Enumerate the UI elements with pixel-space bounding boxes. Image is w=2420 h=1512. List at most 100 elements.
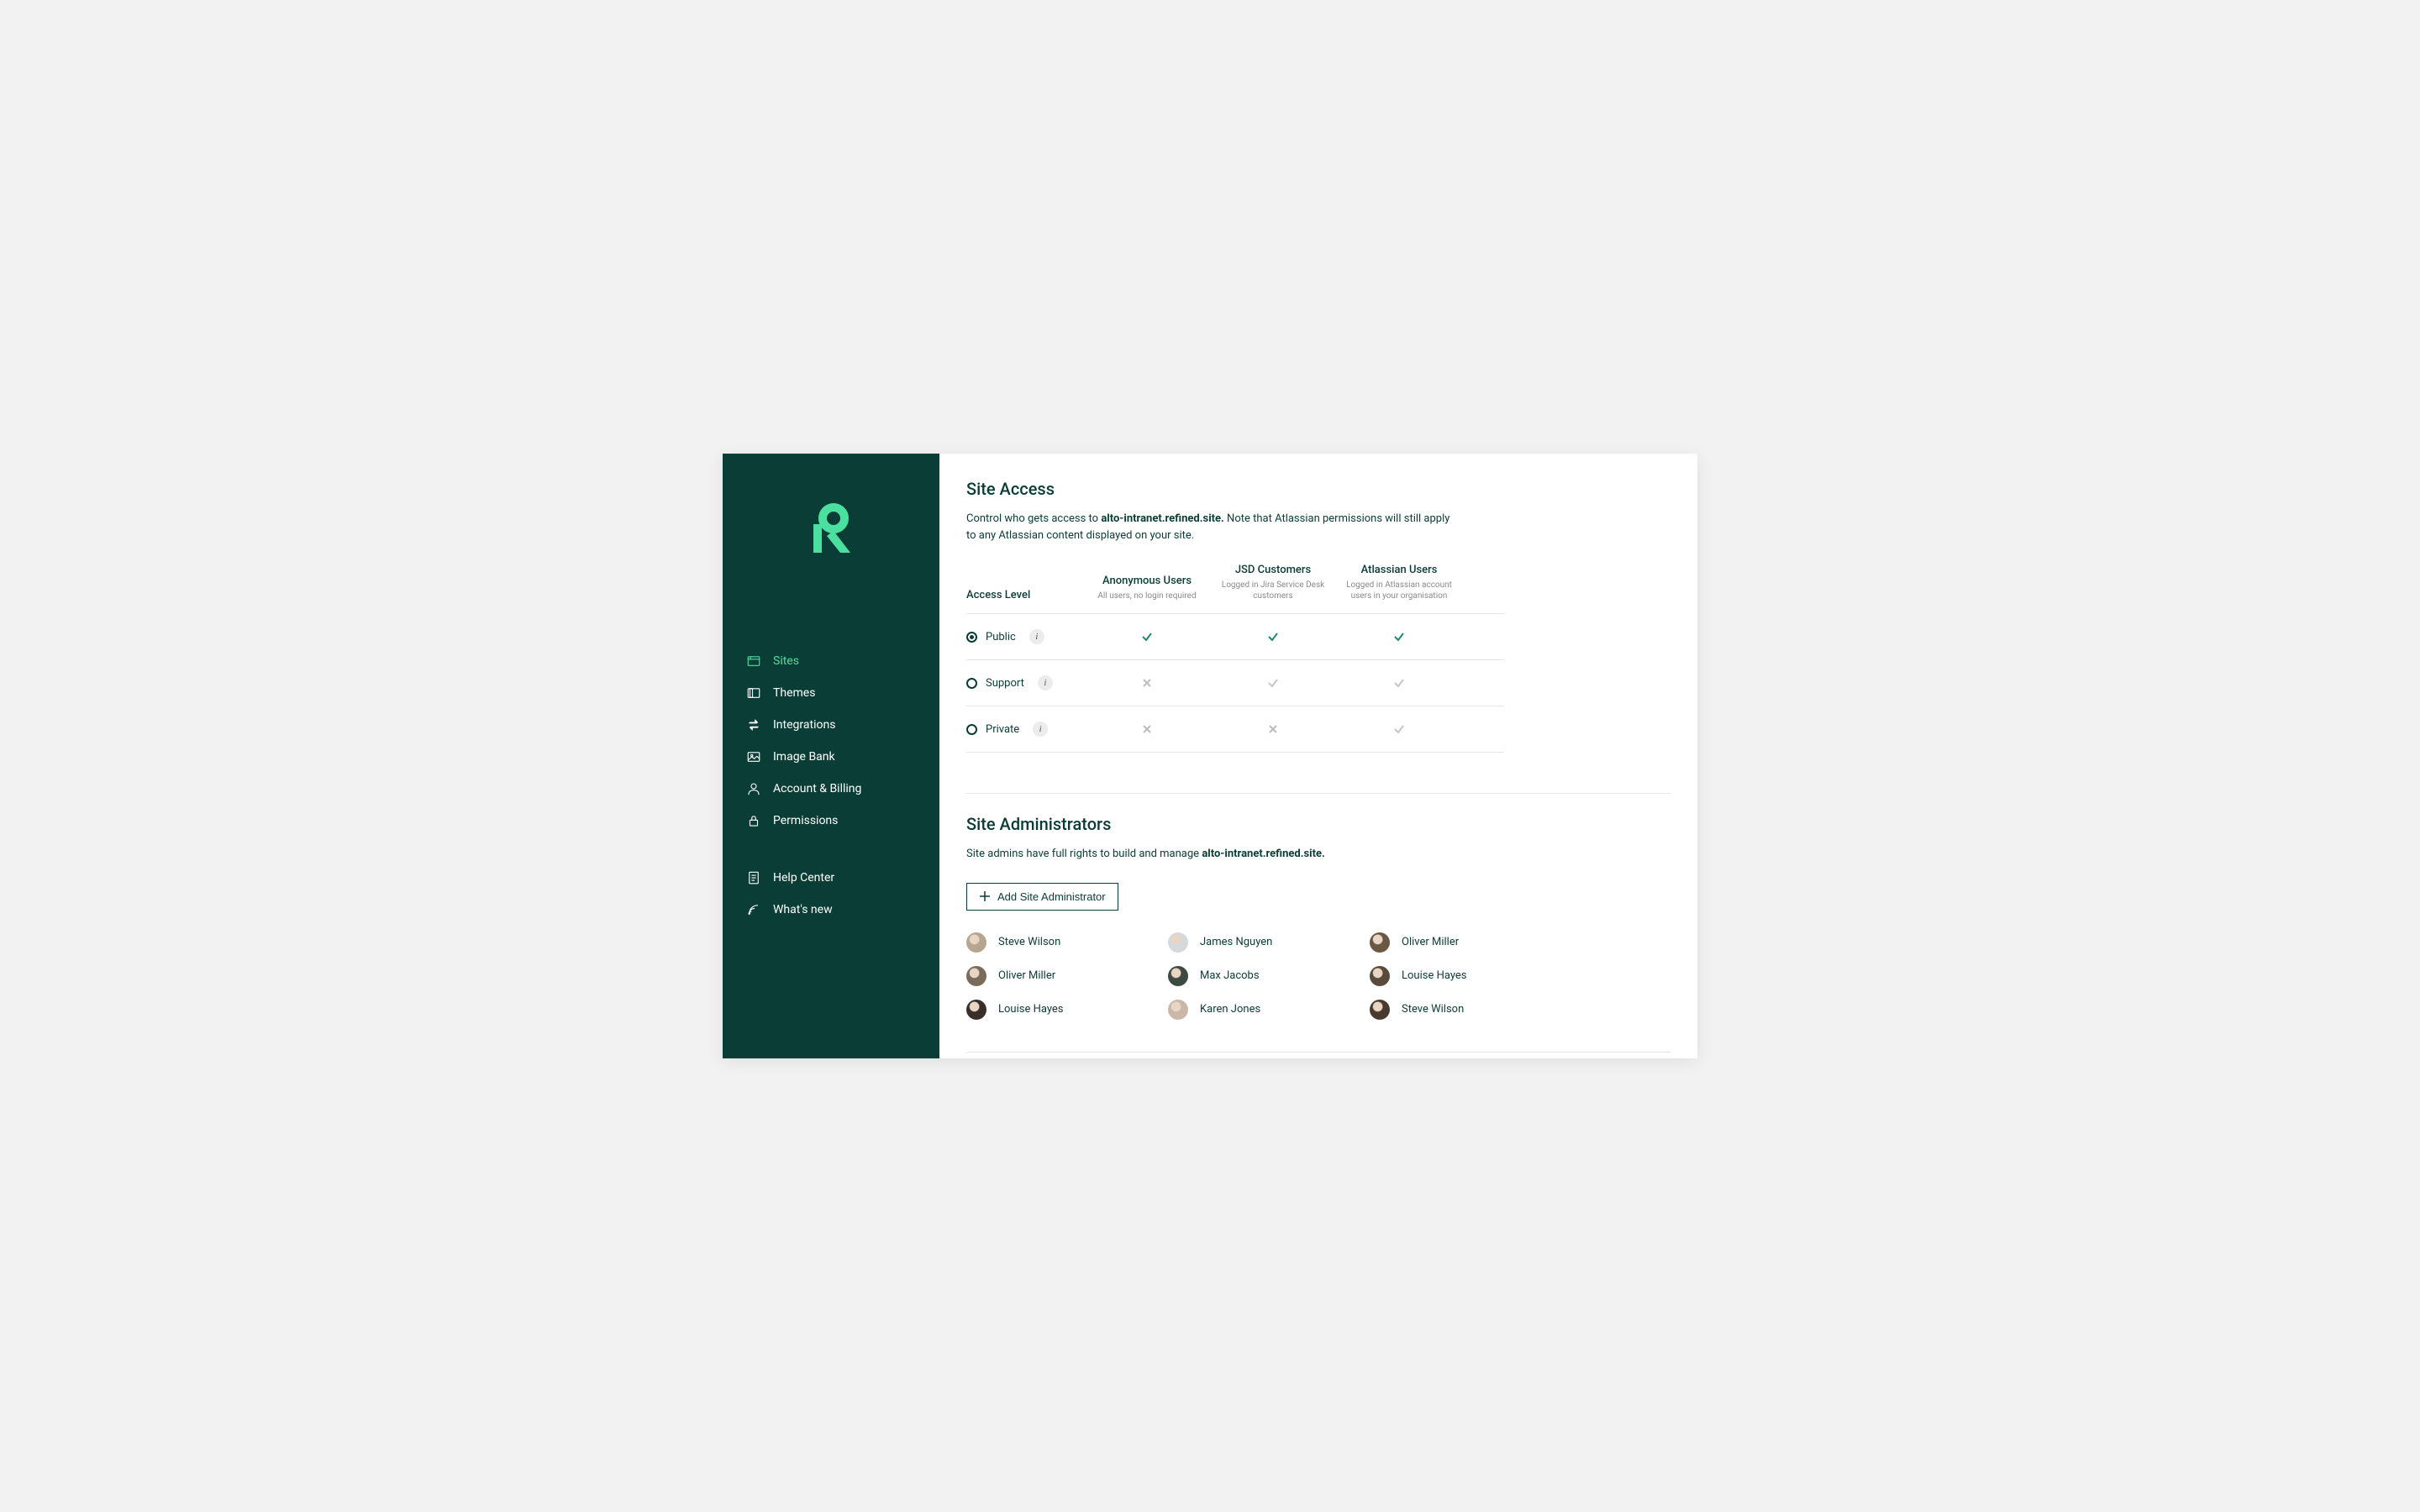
add-site-administrator-button[interactable]: Add Site Administrator bbox=[966, 883, 1118, 911]
info-icon[interactable]: i bbox=[1033, 722, 1048, 737]
access-cell bbox=[1084, 631, 1210, 643]
sidebar-item-integrations[interactable]: Integrations bbox=[746, 709, 916, 741]
bottom-divider bbox=[966, 1052, 1670, 1053]
sidebar-item-label: Account & Billing bbox=[773, 782, 861, 795]
sidebar-item-label: Sites bbox=[773, 654, 799, 668]
admin-name: James Nguyen bbox=[1200, 936, 1272, 948]
column-subtitle: All users, no login required bbox=[1084, 591, 1210, 601]
admin-item[interactable]: Oliver Miller bbox=[1370, 932, 1555, 953]
admin-name: Max Jacobs bbox=[1200, 969, 1260, 982]
logo bbox=[723, 502, 939, 553]
column-title: JSD Customers bbox=[1210, 564, 1336, 576]
access-cell bbox=[1336, 677, 1462, 689]
access-cell bbox=[1084, 678, 1210, 688]
sidebar-item-image-bank[interactable]: Image Bank bbox=[746, 741, 916, 773]
whatsnew-icon bbox=[746, 902, 761, 917]
access-radio-public[interactable]: Public i bbox=[966, 629, 1084, 644]
admin-name: Louise Hayes bbox=[998, 1003, 1064, 1016]
sidebar-item-label: Themes bbox=[773, 686, 815, 700]
sidebar: Sites Themes Integrations Image Bank Account… bbox=[723, 454, 939, 1058]
admins-grid: Steve Wilson James Nguyen Oliver Miller … bbox=[966, 932, 1555, 1020]
admin-item[interactable]: Max Jacobs bbox=[1168, 966, 1353, 986]
integrations-icon bbox=[746, 717, 761, 732]
sidebar-item-label: Permissions bbox=[773, 814, 838, 827]
admin-name: Oliver Miller bbox=[998, 969, 1055, 982]
sidebar-item-label: Integrations bbox=[773, 718, 835, 732]
column-title: Anonymous Users bbox=[1084, 575, 1210, 587]
admin-name: Louise Hayes bbox=[1402, 969, 1467, 982]
permissions-icon bbox=[746, 813, 761, 828]
main-content: Site Access Control who gets access to a… bbox=[939, 454, 1697, 1058]
plus-icon bbox=[979, 890, 991, 902]
sidebar-item-label: Image Bank bbox=[773, 750, 835, 764]
access-level-table: Access Level Anonymous Users All users, n… bbox=[966, 564, 1504, 753]
access-radio-private[interactable]: Private i bbox=[966, 722, 1084, 737]
sidebar-item-permissions[interactable]: Permissions bbox=[746, 805, 916, 837]
site-access-description: Control who gets access to alto-intranet… bbox=[966, 511, 1462, 543]
avatar bbox=[966, 932, 986, 953]
site-admins-description: Site admins have full rights to build an… bbox=[966, 846, 1462, 863]
admin-item[interactable]: James Nguyen bbox=[1168, 932, 1353, 953]
admin-item[interactable]: Steve Wilson bbox=[966, 932, 1151, 953]
admin-item[interactable]: Louise Hayes bbox=[1370, 966, 1555, 986]
info-icon[interactable]: i bbox=[1029, 629, 1044, 644]
admin-name: Oliver Miller bbox=[1402, 936, 1459, 948]
help-icon bbox=[746, 870, 761, 885]
radio-icon bbox=[966, 678, 977, 689]
admin-name: Steve Wilson bbox=[998, 936, 1060, 948]
nav-main: Sites Themes Integrations Image Bank Account… bbox=[723, 645, 939, 837]
access-row-label: Public bbox=[986, 631, 1016, 643]
sidebar-item-label: Help Center bbox=[773, 871, 834, 885]
account-icon bbox=[746, 781, 761, 796]
admin-item[interactable]: Karen Jones bbox=[1168, 1000, 1353, 1020]
avatar bbox=[966, 1000, 986, 1020]
access-cell bbox=[1210, 631, 1336, 643]
themes-icon bbox=[746, 685, 761, 701]
sidebar-item-sites[interactable]: Sites bbox=[746, 645, 916, 677]
sidebar-item-account-billing[interactable]: Account & Billing bbox=[746, 773, 916, 805]
info-icon[interactable]: i bbox=[1038, 675, 1053, 690]
radio-icon bbox=[966, 632, 977, 643]
avatar bbox=[1168, 966, 1188, 986]
access-level-header: Access Level bbox=[966, 589, 1084, 601]
sites-icon bbox=[746, 654, 761, 669]
access-column-header: Anonymous Users All users, no login requi… bbox=[1084, 575, 1210, 601]
access-cell bbox=[1210, 724, 1336, 734]
site-admins-title: Site Administrators bbox=[966, 814, 1670, 834]
access-row-public: Public i bbox=[966, 614, 1504, 660]
access-table-header: Access Level Anonymous Users All users, n… bbox=[966, 564, 1504, 614]
access-cell bbox=[1084, 724, 1210, 734]
avatar bbox=[1370, 932, 1390, 953]
section-divider bbox=[966, 793, 1670, 794]
access-cell bbox=[1336, 723, 1462, 735]
sidebar-item-themes[interactable]: Themes bbox=[746, 677, 916, 709]
sidebar-item-what-s-new[interactable]: What's new bbox=[746, 894, 916, 926]
access-radio-support[interactable]: Support i bbox=[966, 675, 1084, 690]
avatar bbox=[966, 966, 986, 986]
avatar bbox=[1370, 966, 1390, 986]
avatar bbox=[1168, 1000, 1188, 1020]
admin-item[interactable]: Louise Hayes bbox=[966, 1000, 1151, 1020]
sidebar-item-help-center[interactable]: Help Center bbox=[746, 862, 916, 894]
access-row-support: Support i bbox=[966, 660, 1504, 706]
access-row-label: Private bbox=[986, 723, 1019, 736]
admin-item[interactable]: Steve Wilson bbox=[1370, 1000, 1555, 1020]
admin-name: Steve Wilson bbox=[1402, 1003, 1464, 1016]
column-title: Atlassian Users bbox=[1336, 564, 1462, 576]
sidebar-item-label: What's new bbox=[773, 903, 833, 916]
logo-icon bbox=[808, 502, 854, 553]
imagebank-icon bbox=[746, 749, 761, 764]
app-window: Sites Themes Integrations Image Bank Account… bbox=[723, 454, 1697, 1058]
access-row-label: Support bbox=[986, 677, 1024, 690]
access-cell bbox=[1336, 631, 1462, 643]
access-row-private: Private i bbox=[966, 706, 1504, 753]
nav-secondary: Help Center What's new bbox=[723, 862, 939, 926]
admin-name: Karen Jones bbox=[1200, 1003, 1260, 1016]
access-column-header: JSD CustomersLogged in Jira Service Desk… bbox=[1210, 564, 1336, 601]
access-cell bbox=[1210, 677, 1336, 689]
radio-icon bbox=[966, 724, 977, 735]
admin-item[interactable]: Oliver Miller bbox=[966, 966, 1151, 986]
site-access-title: Site Access bbox=[966, 479, 1670, 499]
access-column-header: Atlassian UsersLogged in Atlassian accou… bbox=[1336, 564, 1462, 601]
avatar bbox=[1168, 932, 1188, 953]
